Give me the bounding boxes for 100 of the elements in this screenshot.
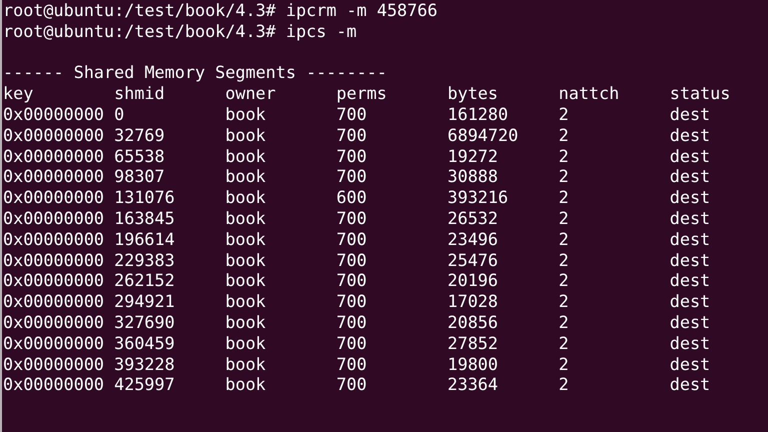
column-header: owner [225,83,277,104]
table-cell-text: dest [670,146,712,166]
table-cell-text: 294921 [114,291,176,312]
table-cell-text: 393216 [448,187,510,208]
table-cell-text: dest [670,291,712,312]
table-cell-text: dest [670,104,712,125]
shell-command: ipcrm -m 458766 [286,0,438,21]
table-cell-text: 2 [558,146,570,166]
table-cell-text: 700 [336,166,368,188]
table-cell-text: 700 [336,270,368,292]
table-cell-text: book [225,166,267,188]
table-cell-text: dest [670,354,712,374]
column-header: nattch [558,83,620,104]
table-cell-text: 2 [558,250,570,270]
table-cell-text: dest [670,208,712,229]
shell-command: ipcs -m [286,20,357,42]
table-cell-text: book [225,124,267,146]
table-cell-text: 700 [336,146,368,166]
table-cell-text: 20856 [448,312,500,333]
table-cell-text: book [225,208,267,229]
table-cell-text: 2 [558,228,570,250]
column-header: perms [336,83,388,104]
table-cell-text: 700 [336,228,368,250]
table-cell-text: 360459 [114,332,176,354]
table-cell-text: 700 [336,354,368,374]
table-cell-text: 425997 [114,374,176,396]
table-cell-text: 20196 [448,270,500,292]
table-cell-text: dest [670,124,712,146]
table-cell-text: 0x00000000 [3,124,106,146]
table-cell-text: 23496 [448,228,500,250]
table-cell-text: dest [670,228,712,250]
column-header: shmid [114,83,166,104]
table-cell-text: 327690 [114,312,176,333]
table-cell-text: 2 [558,374,570,396]
table-cell-text: 27852 [448,332,500,354]
table-cell-text: 25476 [448,250,500,270]
table-cell-text: 2 [558,166,570,188]
table-cell-text: dest [670,166,712,188]
table-cell-text: 2 [558,312,570,333]
table-cell-text: book [225,312,267,333]
table-cell-text: 196614 [114,228,176,250]
table-cell-text: 17028 [448,291,500,312]
table-cell-text: 0x00000000 [3,250,106,270]
table-cell-text: book [225,146,267,166]
table-cell-text: 30888 [448,166,500,188]
table-cell-text: book [225,374,267,396]
table-cell-text: 700 [336,104,368,125]
table-cell-text: 700 [336,374,368,396]
table-cell-text: dest [670,332,712,354]
table-cell-text: 6894720 [448,124,520,146]
table-cell-text: 2 [558,291,570,312]
table-cell-text: 0x00000000 [3,228,106,250]
table-cell-text: 19272 [448,146,500,166]
table-cell-text: 0x00000000 [3,332,106,354]
table-cell-text: 262152 [114,270,176,292]
table-cell-text: book [225,291,267,312]
column-header: key [3,83,34,104]
table-cell-text: book [225,354,267,374]
table-cell-text: 700 [336,208,368,229]
table-cell-text: book [225,270,267,292]
table-cell-text: 2 [558,187,570,208]
table-cell-text: 2 [558,354,570,374]
table-cell-text: 161280 [448,104,510,125]
shell-prompt: root@ubuntu:/test/book/4.3# [3,0,276,21]
table-cell-text: book [225,228,267,250]
table-cell-text: 600 [336,187,368,208]
table-cell-text: 163845 [114,208,176,229]
table-cell-text: book [225,187,267,208]
table-cell-text: book [225,104,267,125]
table-cell-text: 0x00000000 [3,312,106,333]
table-cell-text: 0x00000000 [3,208,106,229]
table-cell-text: 700 [336,250,368,270]
table-cell-text: 0x00000000 [3,187,106,208]
table-cell-text: 32769 [114,124,166,146]
table-cell-text: 0x00000000 [3,374,106,396]
table-cell-text: 0x00000000 [3,270,106,292]
table-cell-text: 98307 [114,166,166,188]
table-cell-text: book [225,250,267,270]
table-cell-text: dest [670,312,712,333]
table-cell-text: 2 [558,332,570,354]
table-cell-text: 0x00000000 [3,146,106,166]
table-cell-text: 700 [336,312,368,333]
table-cell-text: 700 [336,291,368,312]
table-cell-text: 0x00000000 [3,104,106,125]
table-cell-text: book [225,332,267,354]
table-cell-text: 131076 [114,187,176,208]
table-cell-text: 2 [558,208,570,229]
table-cell-text: 19800 [448,354,500,374]
table-cell-text: 0x00000000 [3,166,106,188]
table-cell-text: 700 [336,124,368,146]
table-cell-text: 2 [558,270,570,292]
column-header: bytes [448,83,500,104]
table-cell-text: dest [670,270,712,292]
table-cell-text: 0 [114,104,126,125]
shell-prompt: root@ubuntu:/test/book/4.3# [3,20,276,42]
table-cell-text: 229383 [114,250,176,270]
table-cell-text: 393228 [114,354,176,374]
table-cell-text: 23364 [448,374,500,396]
column-header: status [670,83,732,104]
section-header: ------ Shared Memory Segments -------- [3,62,387,84]
